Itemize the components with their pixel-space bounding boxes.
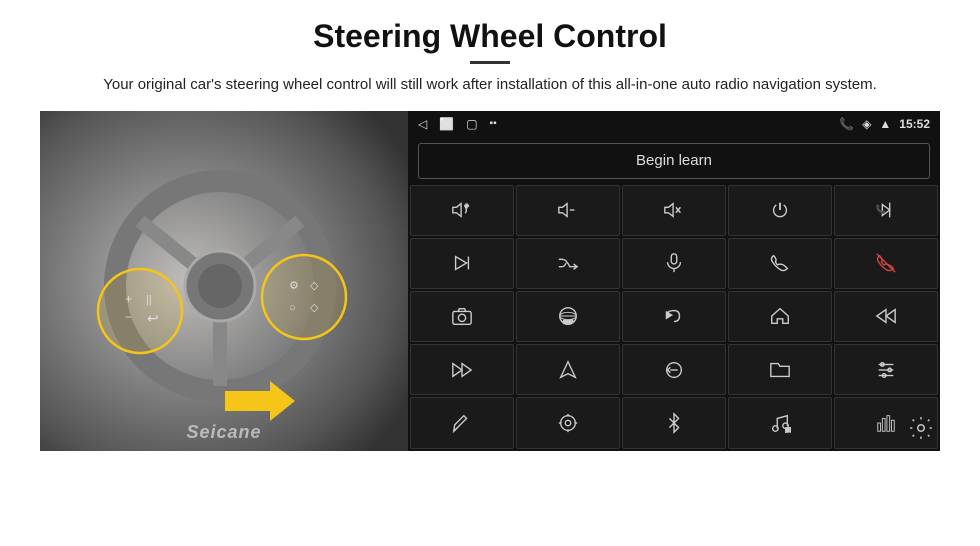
vol-down-icon [557,199,579,221]
music-button[interactable]: BT [728,397,832,448]
gear-icon [908,415,934,441]
status-right: 📞 ◈ ▲ 15:52 [839,117,930,131]
vol-mute-icon [663,199,685,221]
power-button[interactable] [728,185,832,236]
page-title: Steering Wheel Control [40,18,940,55]
settings-gear-button[interactable] [908,415,934,447]
controls-grid: + [408,185,940,451]
vol-up-icon: + [451,199,473,221]
pen-button[interactable] [410,397,514,448]
phone-accept-button[interactable] [728,238,832,289]
undo-button[interactable] [622,291,726,342]
view360-icon: 360° [557,305,579,327]
folder-button[interactable] [728,344,832,395]
call-prev-button[interactable]: 📞 [834,185,938,236]
next-icon [451,252,473,274]
svg-text:◇: ◇ [310,280,319,292]
begin-learn-label: Begin learn [636,152,712,169]
call-prev-icon: 📞 [875,199,897,221]
android-panel: ◁ ⬜ ▢ ▪▪ 📞 ◈ ▲ 15:52 Begin learn [408,111,940,451]
sliders-button[interactable] [834,344,938,395]
vol-down-button[interactable] [516,185,620,236]
notification-icon: ▪▪ [490,118,497,129]
vol-up-button[interactable]: + [410,185,514,236]
recents-nav-icon[interactable]: ▢ [466,117,477,131]
svg-text:↩: ↩ [147,310,159,326]
shuffle-button[interactable] [516,238,620,289]
home-btn2[interactable] [728,291,832,342]
svg-text:BT: BT [786,428,792,434]
equalizer-icon [875,412,897,434]
transfer-icon [663,359,685,381]
watermark: Seicane [186,422,261,443]
bluetooth-button[interactable] [622,397,726,448]
svg-text:📞: 📞 [876,204,887,214]
target-button[interactable] [516,397,620,448]
pen-icon [451,412,473,434]
steering-photo: + || − ↩ ⚙ ◇ ○ ◇ Seicane [40,111,408,451]
status-left: ◁ ⬜ ▢ ▪▪ [418,117,497,131]
svg-text:+: + [125,292,132,306]
next-button[interactable] [410,238,514,289]
sliders-icon [875,359,897,381]
rewind-icon [875,305,897,327]
svg-text:360°: 360° [563,320,573,325]
bluetooth-icon [663,412,685,434]
steering-wheel-svg: + || − ↩ ⚙ ◇ ○ ◇ [40,111,408,451]
begin-learn-button[interactable]: Begin learn [418,143,930,179]
mic-button[interactable] [622,238,726,289]
subtitle: Your original car's steering wheel contr… [40,74,940,97]
rewind-button[interactable] [834,291,938,342]
vol-mute-button[interactable] [622,185,726,236]
transfer-button[interactable] [622,344,726,395]
wifi-icon: ◈ [862,117,871,131]
shuffle-icon [557,252,579,274]
home-nav-icon[interactable]: ⬜ [439,117,454,131]
phone-signal-icon: 📞 [839,117,854,131]
fast-forward-icon [451,359,473,381]
folder-icon [769,359,791,381]
music-icon: BT [769,412,791,434]
title-divider [470,61,510,64]
steering-bg: + || − ↩ ⚙ ◇ ○ ◇ Seicane [40,111,408,451]
signal-icon: ▲ [879,117,891,131]
svg-text:+: + [465,203,469,210]
mic-icon [663,252,685,274]
svg-text:−: − [125,310,132,324]
status-bar: ◁ ⬜ ▢ ▪▪ 📞 ◈ ▲ 15:52 [408,111,940,137]
power-icon [769,199,791,221]
title-section: Steering Wheel Control Your original car… [40,18,940,97]
navigate-button[interactable] [516,344,620,395]
page-wrapper: Steering Wheel Control Your original car… [0,0,980,461]
camera-button[interactable] [410,291,514,342]
undo-icon [663,305,685,327]
back-nav-icon[interactable]: ◁ [418,117,427,131]
home-icon [769,305,791,327]
camera-icon [451,305,473,327]
svg-text:||: || [146,294,152,306]
content-row: + || − ↩ ⚙ ◇ ○ ◇ Seicane [40,111,940,451]
phone-accept-icon [769,252,791,274]
phone-decline-icon [875,252,897,274]
fast-forward-button[interactable] [410,344,514,395]
clock: 15:52 [899,117,930,131]
target-icon [557,412,579,434]
view360-button[interactable]: 360° [516,291,620,342]
svg-text:⚙: ⚙ [289,280,299,292]
phone-decline-button[interactable] [834,238,938,289]
svg-text:◇: ◇ [310,302,319,314]
svg-text:○: ○ [289,302,296,314]
navigate-icon [557,359,579,381]
